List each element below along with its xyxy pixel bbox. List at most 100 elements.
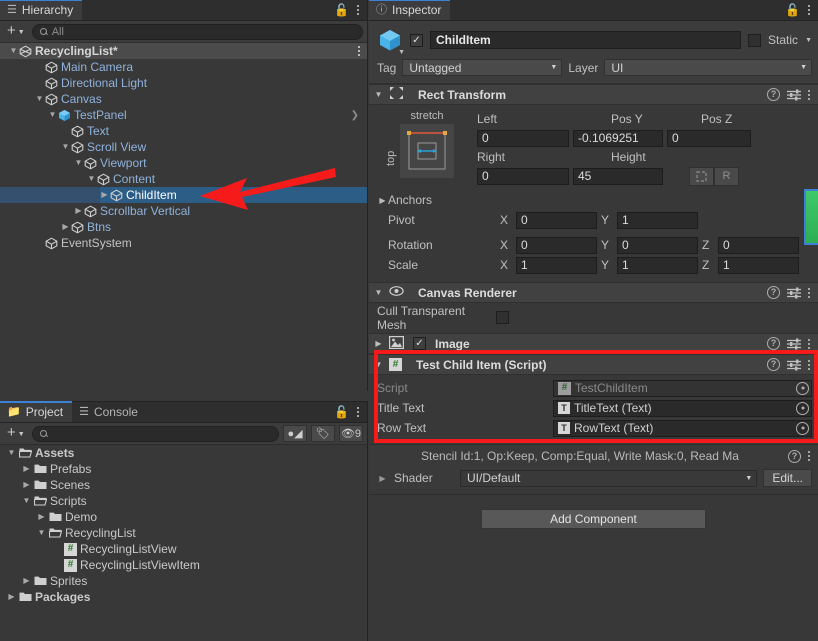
blueprint-mode-toggle[interactable] <box>689 166 714 186</box>
posz-input[interactable]: 0 <box>667 129 751 147</box>
hierarchy-menu-icon[interactable] <box>357 3 361 17</box>
asset-type-filter-icon[interactable]: ●◢ <box>283 425 307 442</box>
tab-project[interactable]: 📁 Project <box>0 401 73 422</box>
foldout-arrow-right-icon[interactable]: ▶ <box>99 191 110 199</box>
rect-transform-header[interactable]: ▼ Rect Transform ? <box>369 84 818 105</box>
scene-context-menu-icon[interactable] <box>358 46 367 56</box>
foldout-arrow-down-icon[interactable]: ▼ <box>86 175 97 183</box>
layer-dropdown[interactable]: UI ▼ <box>604 59 812 76</box>
project-item-demo[interactable]: ▶ Demo <box>0 509 367 525</box>
foldout-arrow-right-icon[interactable]: ▶ <box>21 481 32 489</box>
foldout-arrow-down-icon[interactable]: ▼ <box>34 95 45 103</box>
lock-icon[interactable]: 🔓 <box>334 3 349 17</box>
hierarchy-item-main-camera[interactable]: ▶Main Camera <box>0 59 367 75</box>
project-lock-icon[interactable]: 🔓 <box>334 405 349 419</box>
cull-transparent-mesh-checkbox[interactable] <box>496 311 509 324</box>
hierarchy-search-input[interactable]: All <box>31 23 363 40</box>
inspector-menu-icon[interactable] <box>808 3 812 17</box>
hierarchy-item-text[interactable]: ▶Text <box>0 123 367 139</box>
object-picker-icon[interactable] <box>796 381 809 395</box>
presets-icon[interactable] <box>787 89 801 101</box>
tab-hierarchy[interactable]: ☰ Hierarchy <box>0 0 83 20</box>
project-item-prefabs[interactable]: ▶ Prefabs <box>0 461 367 477</box>
hierarchy-item-recyclinglist[interactable]: ▼ RecyclingList* <box>0 43 367 59</box>
anchors-foldout-icon[interactable]: ▶ <box>377 196 388 205</box>
shader-foldout-icon[interactable]: ▶ <box>377 474 388 483</box>
hierarchy-item-eventsystem[interactable]: ▶EventSystem <box>0 235 367 251</box>
project-item-sprites[interactable]: ▶ Sprites <box>0 573 367 589</box>
help-icon[interactable]: ? <box>767 358 780 371</box>
shader-dropdown[interactable]: UI/Default ▼ <box>460 469 758 487</box>
script-menu-icon[interactable] <box>808 358 812 372</box>
help-icon[interactable]: ? <box>767 286 780 299</box>
foldout-arrow-right-icon[interactable]: ▶ <box>21 577 32 585</box>
gameobject-enabled-checkbox[interactable]: ✓ <box>410 33 423 47</box>
tab-console[interactable]: ☰ Console <box>72 402 147 422</box>
pivot-x-input[interactable]: 0 <box>516 211 597 229</box>
hierarchy-item-canvas[interactable]: ▼ Canvas <box>0 91 367 107</box>
static-checkbox[interactable] <box>748 33 762 47</box>
shader-edit-button[interactable]: Edit... <box>763 469 812 487</box>
tag-dropdown[interactable]: Untagged ▼ <box>402 59 563 76</box>
rotation-x-input[interactable]: 0 <box>516 236 597 254</box>
project-item-recyclinglist[interactable]: ▼ RecyclingList <box>0 525 367 541</box>
hidden-assets-filter[interactable]: 👁 9 <box>339 425 363 442</box>
image-menu-icon[interactable] <box>808 337 812 351</box>
foldout-arrow-down-icon[interactable]: ▼ <box>73 159 84 167</box>
foldout-arrow-down-icon[interactable]: ▼ <box>373 90 384 99</box>
project-item-scenes[interactable]: ▶ Scenes <box>0 477 367 493</box>
project-menu-icon[interactable] <box>357 405 361 419</box>
help-icon[interactable]: ? <box>788 449 801 463</box>
project-create-button[interactable]: + ▼ <box>4 425 28 442</box>
hierarchy-item-directional-light[interactable]: ▶Directional Light <box>0 75 367 91</box>
height-input[interactable]: 45 <box>573 167 663 185</box>
label-filter-icon[interactable]: 🏷 <box>311 425 335 442</box>
foldout-arrow-right-icon[interactable]: ▶ <box>373 339 384 348</box>
project-item-scripts[interactable]: ▼ Scripts <box>0 493 367 509</box>
scale-x-input[interactable]: 1 <box>516 256 597 274</box>
object-reference-field-row-text[interactable]: T RowText (Text) <box>553 419 812 437</box>
rotation-y-input[interactable]: 0 <box>617 236 698 254</box>
left-input[interactable]: 0 <box>477 129 569 147</box>
foldout-arrow-right-icon[interactable]: ▶ <box>60 223 71 231</box>
object-picker-icon[interactable] <box>796 401 809 415</box>
pivot-y-input[interactable]: 1 <box>617 211 698 229</box>
scale-z-input[interactable]: 1 <box>718 256 799 274</box>
foldout-arrow-down-icon[interactable]: ▼ <box>60 143 71 151</box>
foldout-arrow-right-icon[interactable]: ▶ <box>21 465 32 473</box>
foldout-arrow-down-icon[interactable]: ▼ <box>373 288 384 297</box>
image-enabled-checkbox[interactable]: ✓ <box>413 337 426 350</box>
project-item-assets[interactable]: ▼ Assets <box>0 445 367 461</box>
foldout-arrow-right-icon[interactable]: ▶ <box>36 513 47 521</box>
static-dropdown-chevron-icon[interactable]: ▼ <box>805 37 812 44</box>
project-item-packages[interactable]: ▶ Packages <box>0 589 367 605</box>
gameobject-name-field[interactable]: ChildItem <box>430 31 742 49</box>
tab-inspector[interactable]: ⓘ Inspector <box>369 0 451 20</box>
inspector-lock-icon[interactable]: 🔓 <box>785 3 800 17</box>
project-search-input[interactable] <box>31 425 279 442</box>
hierarchy-item-scroll-view[interactable]: ▼ Scroll View <box>0 139 367 155</box>
canvas-renderer-header[interactable]: ▼ Canvas Renderer ? <box>369 282 818 303</box>
rect-transform-menu-icon[interactable] <box>808 88 812 102</box>
foldout-arrow-down-icon[interactable]: ▼ <box>8 47 19 55</box>
foldout-arrow-right-icon[interactable]: ▶ <box>6 593 17 601</box>
create-object-button[interactable]: + ▼ <box>4 23 28 40</box>
foldout-arrow-down-icon[interactable]: ▼ <box>373 360 384 369</box>
foldout-arrow-down-icon[interactable]: ▼ <box>47 111 58 119</box>
test-child-item-script-header[interactable]: ▼ # Test Child Item (Script) ? <box>369 354 818 375</box>
foldout-arrow-down-icon[interactable]: ▼ <box>6 449 17 457</box>
project-item-recyclinglistviewitem[interactable]: ▶#RecyclingListViewItem <box>0 557 367 573</box>
object-reference-field-title-text[interactable]: T TitleText (Text) <box>553 399 812 417</box>
open-prefab-arrow-icon[interactable]: ❯ <box>351 110 367 121</box>
foldout-arrow-down-icon[interactable]: ▼ <box>21 497 32 505</box>
color-gradient-swatch[interactable] <box>804 189 818 245</box>
hierarchy-item-testpanel[interactable]: ▼ TestPanel ❯ <box>0 107 367 123</box>
foldout-arrow-right-icon[interactable]: ▶ <box>73 207 84 215</box>
object-picker-icon[interactable] <box>796 421 809 435</box>
scale-y-input[interactable]: 1 <box>617 256 698 274</box>
posy-input[interactable]: -0.1069251 <box>573 129 663 147</box>
add-component-button[interactable]: Add Component <box>481 509 706 529</box>
rotation-z-input[interactable]: 0 <box>718 236 799 254</box>
material-menu-icon[interactable] <box>808 449 812 463</box>
presets-icon[interactable] <box>787 338 801 350</box>
